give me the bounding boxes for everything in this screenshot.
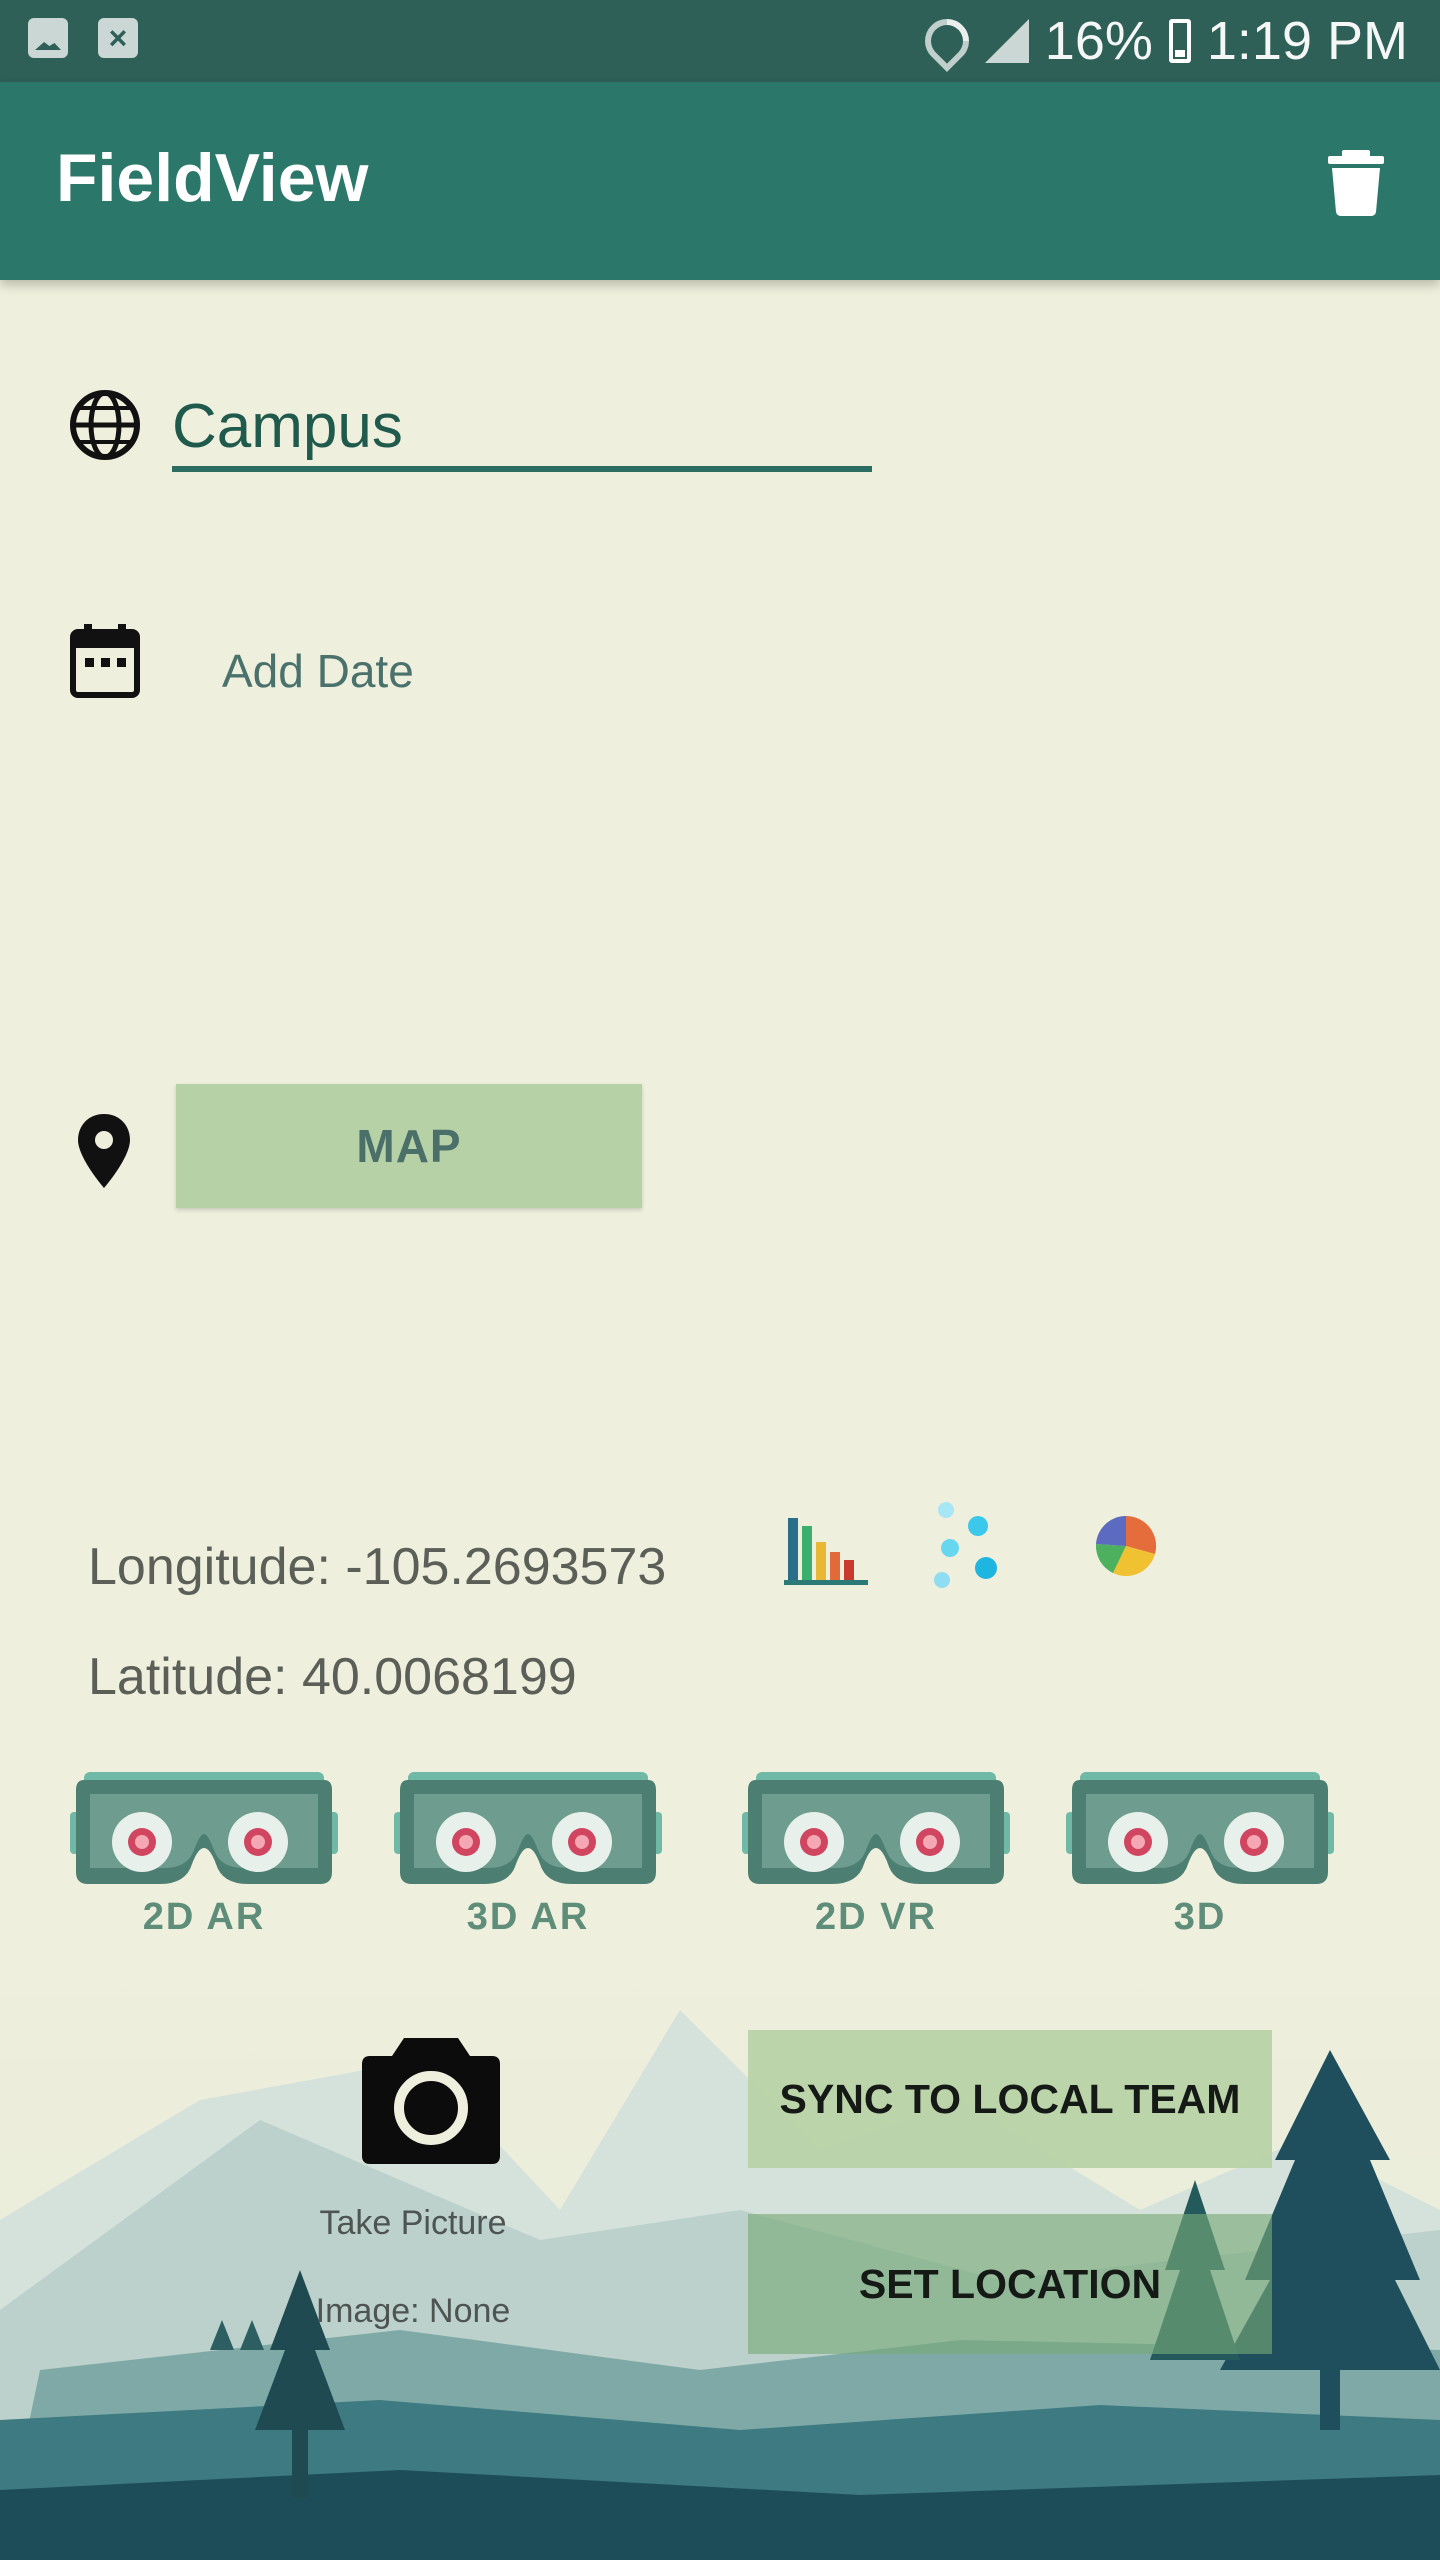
vr-headset-icon	[394, 1772, 662, 1884]
vr-headset-icon	[1066, 1772, 1334, 1884]
map-row: MAP	[76, 1084, 716, 1214]
mode-label: 3D	[1173, 1896, 1227, 1938]
mode-selector: 2D AR 3D AR 2D VR 3D	[70, 1772, 1340, 1962]
add-date-label[interactable]: Add Date	[222, 644, 414, 698]
mode-3d-ar[interactable]: 3D AR	[394, 1772, 662, 1962]
pie-chart-icon[interactable]	[1078, 1498, 1174, 1594]
name-input[interactable]	[172, 380, 872, 472]
camera-icon[interactable]	[360, 2034, 502, 2166]
sync-to-local-team-button[interactable]: SYNC TO LOCAL TEAM	[748, 2030, 1272, 2168]
notification-icons	[28, 18, 138, 58]
close-notification-icon	[98, 18, 138, 58]
vr-headset-icon	[742, 1772, 1010, 1884]
mode-2d-vr[interactable]: 2D VR	[742, 1772, 1010, 1962]
take-picture-label[interactable]: Take Picture	[240, 2204, 586, 2243]
map-button[interactable]: MAP	[176, 1084, 642, 1208]
vr-headset-icon	[70, 1772, 338, 1884]
wifi-icon	[915, 9, 978, 73]
trash-icon[interactable]	[1328, 150, 1384, 216]
signal-icon	[984, 19, 1029, 63]
mode-2d-ar[interactable]: 2D AR	[70, 1772, 338, 1962]
clock: 1:19 PM	[1206, 11, 1408, 71]
set-location-button[interactable]: SET LOCATION	[748, 2214, 1272, 2354]
battery-percent: 16%	[1044, 11, 1153, 71]
coordinates: Longitude: -105.2693573 Latitude: 40.006…	[88, 1512, 666, 1732]
battery-charging-icon	[1168, 19, 1191, 63]
mode-label: 3D AR	[466, 1896, 590, 1938]
date-row[interactable]: Add Date	[70, 624, 770, 714]
longitude-text: Longitude: -105.2693573	[88, 1538, 667, 1596]
app-title: FieldView	[56, 140, 369, 216]
system-status: 16% 1:19 PM	[915, 9, 1408, 73]
globe-icon	[70, 390, 140, 460]
status-bar: 16% 1:19 PM	[0, 0, 1440, 82]
bar-chart-icon[interactable]	[780, 1498, 876, 1594]
mode-label: 2D VR	[815, 1896, 937, 1938]
mode-label: 2D AR	[142, 1896, 266, 1938]
name-input-underline	[172, 466, 872, 472]
name-field-row	[68, 380, 908, 500]
location-pin-icon	[78, 1114, 130, 1188]
latitude-text: Latitude: 40.0068199	[88, 1648, 577, 1706]
scatter-plot-icon[interactable]	[924, 1498, 1020, 1594]
calendar-icon	[70, 624, 140, 698]
image-status: Image: None	[315, 2292, 511, 2330]
chart-icons	[780, 1498, 1180, 1598]
mode-3d[interactable]: 3D	[1066, 1772, 1334, 1962]
gallery-notification-icon	[28, 18, 68, 58]
app-bar: FieldView	[0, 82, 1440, 280]
